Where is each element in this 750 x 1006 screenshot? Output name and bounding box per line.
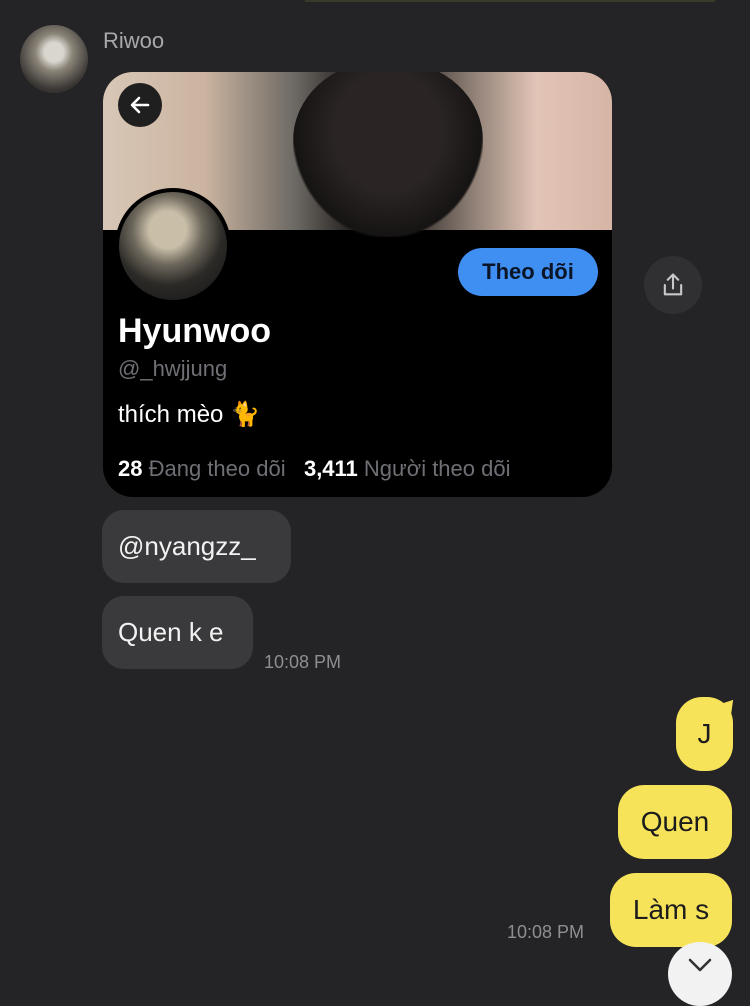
share-icon — [663, 273, 683, 296]
chevron-down-icon — [688, 958, 712, 972]
incoming-timestamp: 10:08 PM — [264, 652, 342, 672]
following-label: Đang theo dõi — [148, 456, 286, 481]
scroll-down-button[interactable] — [668, 942, 732, 1006]
sender-avatar[interactable] — [20, 25, 88, 93]
top-divider — [305, 0, 715, 2]
incoming-message[interactable]: Quen k e — [102, 596, 253, 669]
profile-name: Hyunwoo — [118, 312, 271, 350]
profile-card[interactable]: Theo dõi Hyunwoo @_hwjjung thích mèo 🐈 2… — [103, 72, 612, 497]
followers-label: Người theo dõi — [363, 456, 511, 481]
profile-bio: thích mèo 🐈 — [118, 401, 260, 428]
incoming-message[interactable]: @nyangzz_ — [102, 510, 291, 583]
back-button[interactable] — [118, 83, 162, 127]
outgoing-timestamp: 10:08 PM — [507, 922, 585, 942]
followers-count: 3,411 — [303, 456, 358, 481]
profile-avatar[interactable] — [115, 188, 231, 304]
sender-name: Riwoo — [103, 28, 165, 53]
follow-button[interactable]: Theo dõi — [458, 248, 598, 296]
arrow-left-icon — [130, 96, 150, 114]
following-count: 28 — [118, 456, 143, 481]
outgoing-message[interactable]: Làm s — [610, 873, 732, 947]
profile-handle: @_hwjjung — [118, 356, 228, 381]
outgoing-message[interactable]: J — [676, 697, 733, 771]
profile-stats: 28 Đang theo dõi 3,411 Người theo dõi — [118, 456, 511, 482]
share-button[interactable] — [644, 256, 702, 314]
outgoing-message[interactable]: Quen — [618, 785, 732, 859]
cat-photo — [293, 72, 483, 237]
